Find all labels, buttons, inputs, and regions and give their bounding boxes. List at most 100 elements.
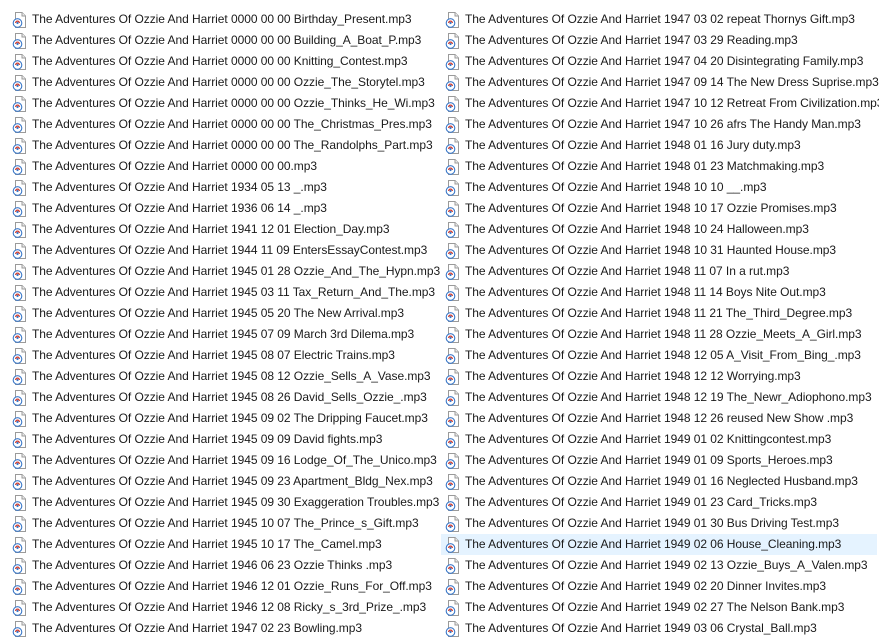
file-item[interactable]: The Adventures Of Ozzie And Harriet 1948… bbox=[441, 408, 877, 429]
file-item[interactable]: The Adventures Of Ozzie And Harriet 1949… bbox=[441, 618, 877, 639]
file-item[interactable]: The Adventures Of Ozzie And Harriet 0000… bbox=[8, 72, 436, 93]
file-item[interactable]: The Adventures Of Ozzie And Harriet 1948… bbox=[441, 303, 877, 324]
file-item[interactable]: The Adventures Of Ozzie And Harriet 1945… bbox=[8, 450, 437, 471]
file-name: The Adventures Of Ozzie And Harriet 0000… bbox=[32, 159, 317, 173]
file-name: The Adventures Of Ozzie And Harriet 1947… bbox=[32, 621, 362, 635]
file-name: The Adventures Of Ozzie And Harriet 1948… bbox=[465, 264, 790, 278]
file-item[interactable]: The Adventures Of Ozzie And Harriet 1945… bbox=[8, 282, 436, 303]
file-name: The Adventures Of Ozzie And Harriet 1945… bbox=[32, 537, 382, 551]
audio-file-icon bbox=[445, 158, 461, 175]
file-name: The Adventures Of Ozzie And Harriet 1949… bbox=[465, 495, 817, 509]
file-item[interactable]: The Adventures Of Ozzie And Harriet 1945… bbox=[8, 408, 436, 429]
audio-file-icon bbox=[12, 368, 28, 385]
file-name: The Adventures Of Ozzie And Harriet 1949… bbox=[465, 558, 868, 572]
audio-file-icon bbox=[445, 116, 461, 133]
audio-file-icon bbox=[12, 242, 28, 259]
file-item[interactable]: The Adventures Of Ozzie And Harriet 1947… bbox=[8, 618, 436, 639]
file-item[interactable]: The Adventures Of Ozzie And Harriet 0000… bbox=[8, 51, 436, 72]
audio-file-icon bbox=[12, 347, 28, 364]
file-item[interactable]: The Adventures Of Ozzie And Harriet 1949… bbox=[441, 429, 877, 450]
file-item[interactable]: The Adventures Of Ozzie And Harriet 1946… bbox=[8, 597, 436, 618]
file-item[interactable]: The Adventures Of Ozzie And Harriet 1947… bbox=[441, 30, 877, 51]
file-item[interactable]: The Adventures Of Ozzie And Harriet 1941… bbox=[8, 219, 436, 240]
file-item[interactable]: The Adventures Of Ozzie And Harriet 1948… bbox=[441, 198, 877, 219]
audio-file-icon bbox=[12, 620, 28, 637]
file-item[interactable]: The Adventures Of Ozzie And Harriet 1949… bbox=[441, 492, 877, 513]
file-item[interactable]: The Adventures Of Ozzie And Harriet 1948… bbox=[441, 177, 877, 198]
file-column-right: The Adventures Of Ozzie And Harriet 1947… bbox=[441, 9, 879, 639]
file-name: The Adventures Of Ozzie And Harriet 1947… bbox=[465, 12, 855, 26]
file-item[interactable]: The Adventures Of Ozzie And Harriet 0000… bbox=[8, 135, 436, 156]
file-name: The Adventures Of Ozzie And Harriet 1936… bbox=[32, 201, 327, 215]
file-item[interactable]: The Adventures Of Ozzie And Harriet 1949… bbox=[441, 576, 877, 597]
file-name: The Adventures Of Ozzie And Harriet 1946… bbox=[32, 600, 427, 614]
file-name: The Adventures Of Ozzie And Harriet 1948… bbox=[465, 201, 837, 215]
file-item[interactable]: The Adventures Of Ozzie And Harriet 1949… bbox=[441, 597, 877, 618]
file-item[interactable]: The Adventures Of Ozzie And Harriet 0000… bbox=[8, 93, 436, 114]
file-name: The Adventures Of Ozzie And Harriet 1945… bbox=[32, 390, 427, 404]
audio-file-icon bbox=[445, 368, 461, 385]
file-item[interactable]: The Adventures Of Ozzie And Harriet 1945… bbox=[8, 429, 436, 450]
file-item[interactable]: The Adventures Of Ozzie And Harriet 1947… bbox=[441, 93, 879, 114]
audio-file-icon bbox=[12, 578, 28, 595]
file-item[interactable]: The Adventures Of Ozzie And Harriet 1945… bbox=[8, 366, 436, 387]
audio-file-icon bbox=[445, 536, 461, 553]
file-item[interactable]: The Adventures Of Ozzie And Harriet 1945… bbox=[8, 471, 436, 492]
file-item[interactable]: The Adventures Of Ozzie And Harriet 1947… bbox=[441, 72, 879, 93]
file-item[interactable]: The Adventures Of Ozzie And Harriet 1945… bbox=[8, 387, 436, 408]
file-item[interactable]: The Adventures Of Ozzie And Harriet 1948… bbox=[441, 387, 877, 408]
file-item[interactable]: The Adventures Of Ozzie And Harriet 1949… bbox=[441, 471, 877, 492]
file-item[interactable]: The Adventures Of Ozzie And Harriet 1945… bbox=[8, 303, 436, 324]
file-item[interactable]: The Adventures Of Ozzie And Harriet 1947… bbox=[441, 9, 877, 30]
file-item[interactable]: The Adventures Of Ozzie And Harriet 1945… bbox=[8, 534, 436, 555]
file-item[interactable]: The Adventures Of Ozzie And Harriet 1947… bbox=[441, 114, 877, 135]
audio-file-icon bbox=[445, 578, 461, 595]
file-item[interactable]: The Adventures Of Ozzie And Harriet 1949… bbox=[441, 534, 877, 555]
audio-file-icon bbox=[445, 200, 461, 217]
file-name: The Adventures Of Ozzie And Harriet 1948… bbox=[465, 306, 853, 320]
file-item[interactable]: The Adventures Of Ozzie And Harriet 1948… bbox=[441, 156, 877, 177]
audio-file-icon bbox=[12, 536, 28, 553]
file-item[interactable]: The Adventures Of Ozzie And Harriet 0000… bbox=[8, 114, 436, 135]
file-item[interactable]: The Adventures Of Ozzie And Harriet 0000… bbox=[8, 30, 436, 51]
file-item[interactable]: The Adventures Of Ozzie And Harriet 1948… bbox=[441, 135, 877, 156]
file-item[interactable]: The Adventures Of Ozzie And Harriet 1947… bbox=[441, 51, 877, 72]
file-name: The Adventures Of Ozzie And Harriet 1945… bbox=[32, 495, 440, 509]
file-item[interactable]: The Adventures Of Ozzie And Harriet 1948… bbox=[441, 345, 877, 366]
audio-file-icon bbox=[12, 137, 28, 154]
file-name: The Adventures Of Ozzie And Harriet 1948… bbox=[465, 180, 767, 194]
audio-file-icon bbox=[445, 515, 461, 532]
file-item[interactable]: The Adventures Of Ozzie And Harriet 1945… bbox=[8, 324, 436, 345]
file-item[interactable]: The Adventures Of Ozzie And Harriet 1949… bbox=[441, 450, 877, 471]
file-item[interactable]: The Adventures Of Ozzie And Harriet 1948… bbox=[441, 219, 877, 240]
file-item[interactable]: The Adventures Of Ozzie And Harriet 1948… bbox=[441, 366, 877, 387]
file-item[interactable]: The Adventures Of Ozzie And Harriet 1945… bbox=[8, 261, 440, 282]
file-item[interactable]: The Adventures Of Ozzie And Harriet 1945… bbox=[8, 492, 440, 513]
file-item[interactable]: The Adventures Of Ozzie And Harriet 1946… bbox=[8, 576, 436, 597]
file-name: The Adventures Of Ozzie And Harriet 0000… bbox=[32, 117, 432, 131]
file-item[interactable]: The Adventures Of Ozzie And Harriet 0000… bbox=[8, 156, 436, 177]
file-item[interactable]: The Adventures Of Ozzie And Harriet 1944… bbox=[8, 240, 436, 261]
audio-file-icon bbox=[445, 620, 461, 637]
file-item[interactable]: The Adventures Of Ozzie And Harriet 1949… bbox=[441, 513, 877, 534]
file-item[interactable]: The Adventures Of Ozzie And Harriet 1948… bbox=[441, 324, 877, 345]
file-name: The Adventures Of Ozzie And Harriet 1945… bbox=[32, 348, 395, 362]
file-item[interactable]: The Adventures Of Ozzie And Harriet 0000… bbox=[8, 9, 436, 30]
audio-file-icon bbox=[12, 494, 28, 511]
file-item[interactable]: The Adventures Of Ozzie And Harriet 1949… bbox=[441, 555, 877, 576]
file-item[interactable]: The Adventures Of Ozzie And Harriet 1946… bbox=[8, 555, 436, 576]
audio-file-icon bbox=[12, 116, 28, 133]
file-name: The Adventures Of Ozzie And Harriet 1947… bbox=[465, 96, 879, 110]
audio-file-icon bbox=[445, 284, 461, 301]
file-name: The Adventures Of Ozzie And Harriet 1945… bbox=[32, 516, 419, 530]
file-item[interactable]: The Adventures Of Ozzie And Harriet 1948… bbox=[441, 261, 877, 282]
file-item[interactable]: The Adventures Of Ozzie And Harriet 1934… bbox=[8, 177, 436, 198]
file-item[interactable]: The Adventures Of Ozzie And Harriet 1948… bbox=[441, 240, 877, 261]
file-item[interactable]: The Adventures Of Ozzie And Harriet 1936… bbox=[8, 198, 436, 219]
file-name: The Adventures Of Ozzie And Harriet 1948… bbox=[465, 243, 837, 257]
file-name: The Adventures Of Ozzie And Harriet 0000… bbox=[32, 33, 422, 47]
file-item[interactable]: The Adventures Of Ozzie And Harriet 1945… bbox=[8, 345, 436, 366]
file-name: The Adventures Of Ozzie And Harriet 1947… bbox=[465, 117, 861, 131]
file-item[interactable]: The Adventures Of Ozzie And Harriet 1945… bbox=[8, 513, 436, 534]
file-item[interactable]: The Adventures Of Ozzie And Harriet 1948… bbox=[441, 282, 877, 303]
